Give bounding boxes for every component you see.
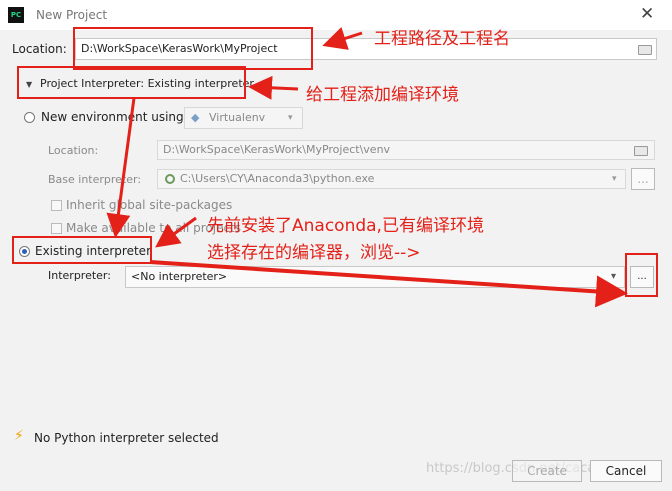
annotation-anaconda-line2: 选择存在的编译器，浏览--> xyxy=(207,243,421,263)
annotation-path: 工程路径及工程名 xyxy=(374,29,510,49)
annotation-env: 给工程添加编译环境 xyxy=(306,85,459,105)
section-to-existing-arrow xyxy=(106,97,136,238)
path-arrow xyxy=(322,27,363,50)
env-arrow xyxy=(248,75,299,100)
annotation-anaconda-line1: 先前安装了Anaconda,已有编译环境 xyxy=(207,216,484,236)
anaconda-arrow xyxy=(155,216,197,248)
browse-arrow xyxy=(149,260,628,308)
